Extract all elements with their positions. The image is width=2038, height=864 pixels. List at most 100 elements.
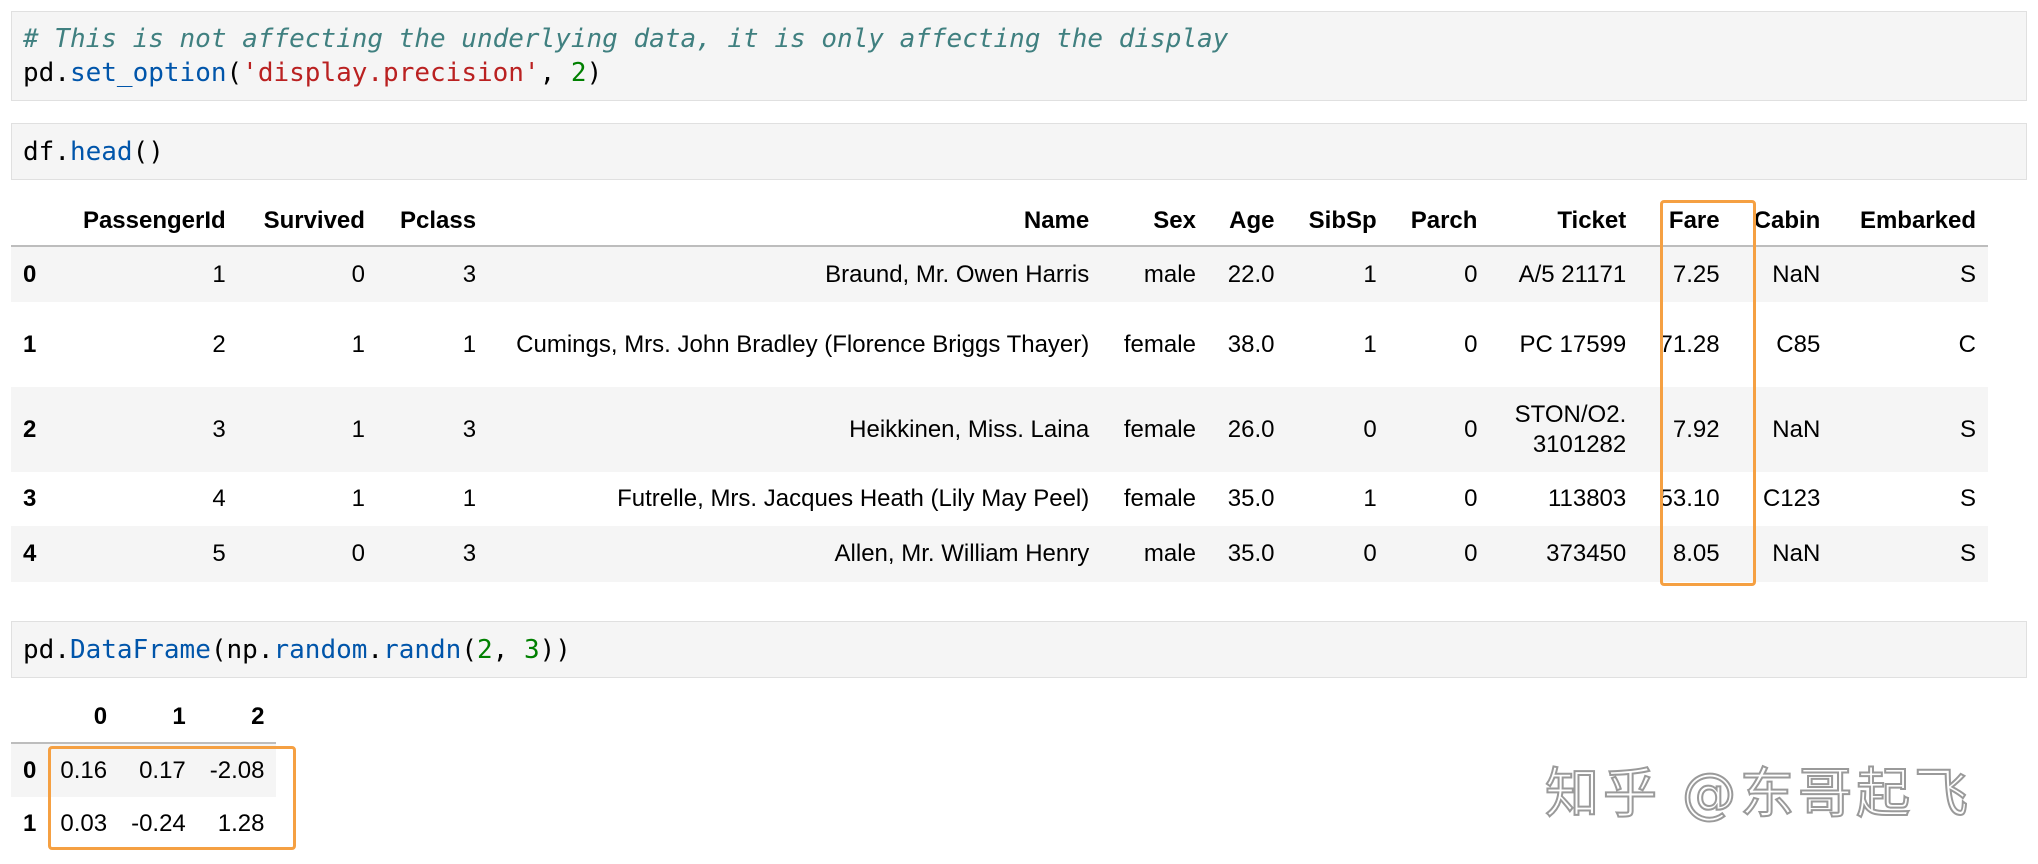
code-token: np xyxy=(226,635,258,665)
cell-sex: female xyxy=(1123,415,1196,443)
cell-cabin: NaN xyxy=(1772,540,1821,567)
cell-fare: 7.92 xyxy=(1672,415,1720,443)
cell-survived: 1 xyxy=(351,415,365,443)
code-cell-df-head[interactable]: df.head() xyxy=(11,123,2027,180)
table-row: 1 0.03 -0.24 1.28 xyxy=(11,797,276,851)
row-index: 1 xyxy=(23,810,37,837)
code-number: 2 xyxy=(570,58,587,88)
cell-sibsp: 1 xyxy=(1363,260,1377,288)
cell-survived: 1 xyxy=(351,485,365,512)
cell-sex: female xyxy=(1123,485,1196,512)
cell-1: 0.17 xyxy=(139,756,186,784)
code-function: head xyxy=(69,137,133,167)
code-string: 'display.precision' xyxy=(242,58,540,88)
cell-parch: 0 xyxy=(1464,330,1478,358)
code-token: , xyxy=(492,635,524,665)
column-header-2: 2 xyxy=(197,692,277,744)
code-comment: # This is not affecting the underlying d… xyxy=(23,24,1229,54)
cell-age: 26.0 xyxy=(1227,415,1275,443)
cell-passengerid: 3 xyxy=(212,415,226,443)
column-header-cabin: Cabin xyxy=(1731,197,1833,247)
column-header-embarked: Embarked xyxy=(1832,197,1988,247)
cell-sibsp: 0 xyxy=(1363,540,1377,567)
row-index: 0 xyxy=(23,260,37,288)
column-header-ticket: Ticket xyxy=(1489,197,1639,247)
code-token: ( xyxy=(461,635,477,665)
cell-cabin: C123 xyxy=(1762,485,1821,512)
code-token: . xyxy=(54,137,70,167)
column-header-name: Name xyxy=(488,197,1102,247)
cell-cabin: NaN xyxy=(1772,415,1821,443)
code-token: ( xyxy=(226,58,243,88)
column-header-pclass: Pclass xyxy=(376,197,489,247)
cell-survived: 1 xyxy=(351,330,365,358)
cell-age: 38.0 xyxy=(1227,330,1275,358)
code-token: )) xyxy=(539,635,571,665)
cell-survived: 0 xyxy=(351,260,365,288)
cell-0: 0.03 xyxy=(60,810,108,837)
cell-cabin: NaN xyxy=(1772,260,1821,288)
cell-age: 35.0 xyxy=(1227,485,1275,512)
column-header-index xyxy=(11,197,53,247)
row-index: 4 xyxy=(23,540,37,567)
cell-fare: 53.10 xyxy=(1659,485,1720,512)
random-dataframe-output-table: 012 0 0.16 0.17 -2.08 1 0.03 -0.24 1.28 xyxy=(11,692,277,851)
column-header-passengerid: PassengerId xyxy=(52,197,238,247)
dataframe-output-table: PassengerId Survived Pclass Name Sex Age SibSp… xyxy=(11,197,1988,582)
cell-passengerid: 5 xyxy=(212,540,226,567)
code-token: pd xyxy=(23,635,55,665)
code-cell-random-dataframe[interactable]: pd.DataFrame(np.random.randn(2, 3)) xyxy=(11,621,2027,678)
cell-sex: male xyxy=(1143,540,1196,567)
table-row: 3 4 1 1 Futrelle, Mrs. Jacques Heath (Lily M… xyxy=(11,472,1988,526)
table-row: 0 0.16 0.17 -2.08 xyxy=(11,743,277,797)
table-row: 4 5 0 3 Allen, Mr. William Henry male 35.0 0 0 37… xyxy=(11,526,1988,582)
code-cell-set-option[interactable]: # This is not affecting the underlying d… xyxy=(11,11,2027,101)
code-function: set_option xyxy=(69,58,227,88)
code-token: ) xyxy=(586,58,603,88)
cell-ticket: PC 17599 xyxy=(1519,330,1627,358)
cell-pclass: 3 xyxy=(462,540,477,567)
column-header-survived: Survived xyxy=(237,197,377,247)
row-index: 1 xyxy=(23,330,37,358)
row-index: 0 xyxy=(23,756,37,784)
cell-ticket: STON/O2. 3101282 xyxy=(1514,400,1627,458)
cell-sibsp: 1 xyxy=(1363,485,1377,512)
column-header-index xyxy=(11,692,49,744)
row-index: 3 xyxy=(23,485,37,512)
code-token: , xyxy=(539,58,571,88)
code-function: random xyxy=(273,635,368,665)
code-token: pd xyxy=(23,58,55,88)
code-function: randn xyxy=(383,635,462,665)
cell-embarked: S xyxy=(1959,485,1976,512)
cell-name: Braund, Mr. Owen Harris xyxy=(825,260,1090,288)
cell-fare: 71.28 xyxy=(1659,330,1720,358)
cell-passengerid: 2 xyxy=(212,330,226,358)
cell-sibsp: 0 xyxy=(1363,415,1377,443)
table-header-row: PassengerId Survived Pclass Name Sex Age SibSp… xyxy=(11,197,1988,247)
cell-embarked: S xyxy=(1959,260,1976,288)
cell-2: 1.28 xyxy=(217,810,265,837)
cell-age: 35.0 xyxy=(1227,540,1275,567)
cell-pclass: 1 xyxy=(462,330,477,358)
cell-sibsp: 1 xyxy=(1363,330,1377,358)
cell-sex: male xyxy=(1143,260,1196,288)
table-header-row: 012 xyxy=(11,692,277,744)
cell-passengerid: 1 xyxy=(212,260,226,288)
column-header-age: Age xyxy=(1207,197,1287,247)
row-index: 2 xyxy=(23,415,37,443)
cell-1: -0.24 xyxy=(131,810,186,837)
code-token: . xyxy=(367,635,384,665)
cell-pclass: 3 xyxy=(462,260,477,288)
cell-embarked: S xyxy=(1959,540,1976,567)
column-header-1: 1 xyxy=(119,692,198,744)
cell-2: -2.08 xyxy=(209,756,265,784)
zhihu-watermark: 知乎 @东哥起飞 xyxy=(1544,761,1973,826)
code-token: ( xyxy=(210,635,227,665)
column-header-parch: Parch xyxy=(1388,197,1490,247)
cell-parch: 0 xyxy=(1464,540,1478,567)
code-function: DataFrame xyxy=(69,635,211,665)
table-row: 0 1 0 3 Braund, Mr. Owen Harris male 22.0 1 0 A/5… xyxy=(11,246,1988,302)
cell-ticket: 113803 xyxy=(1547,485,1627,512)
cell-name: Futrelle, Mrs. Jacques Heath (Lily May P… xyxy=(617,485,1090,512)
table-row: 1 2 1 1 Cumings, Mrs. John Bradley (Florence… xyxy=(11,302,1988,387)
